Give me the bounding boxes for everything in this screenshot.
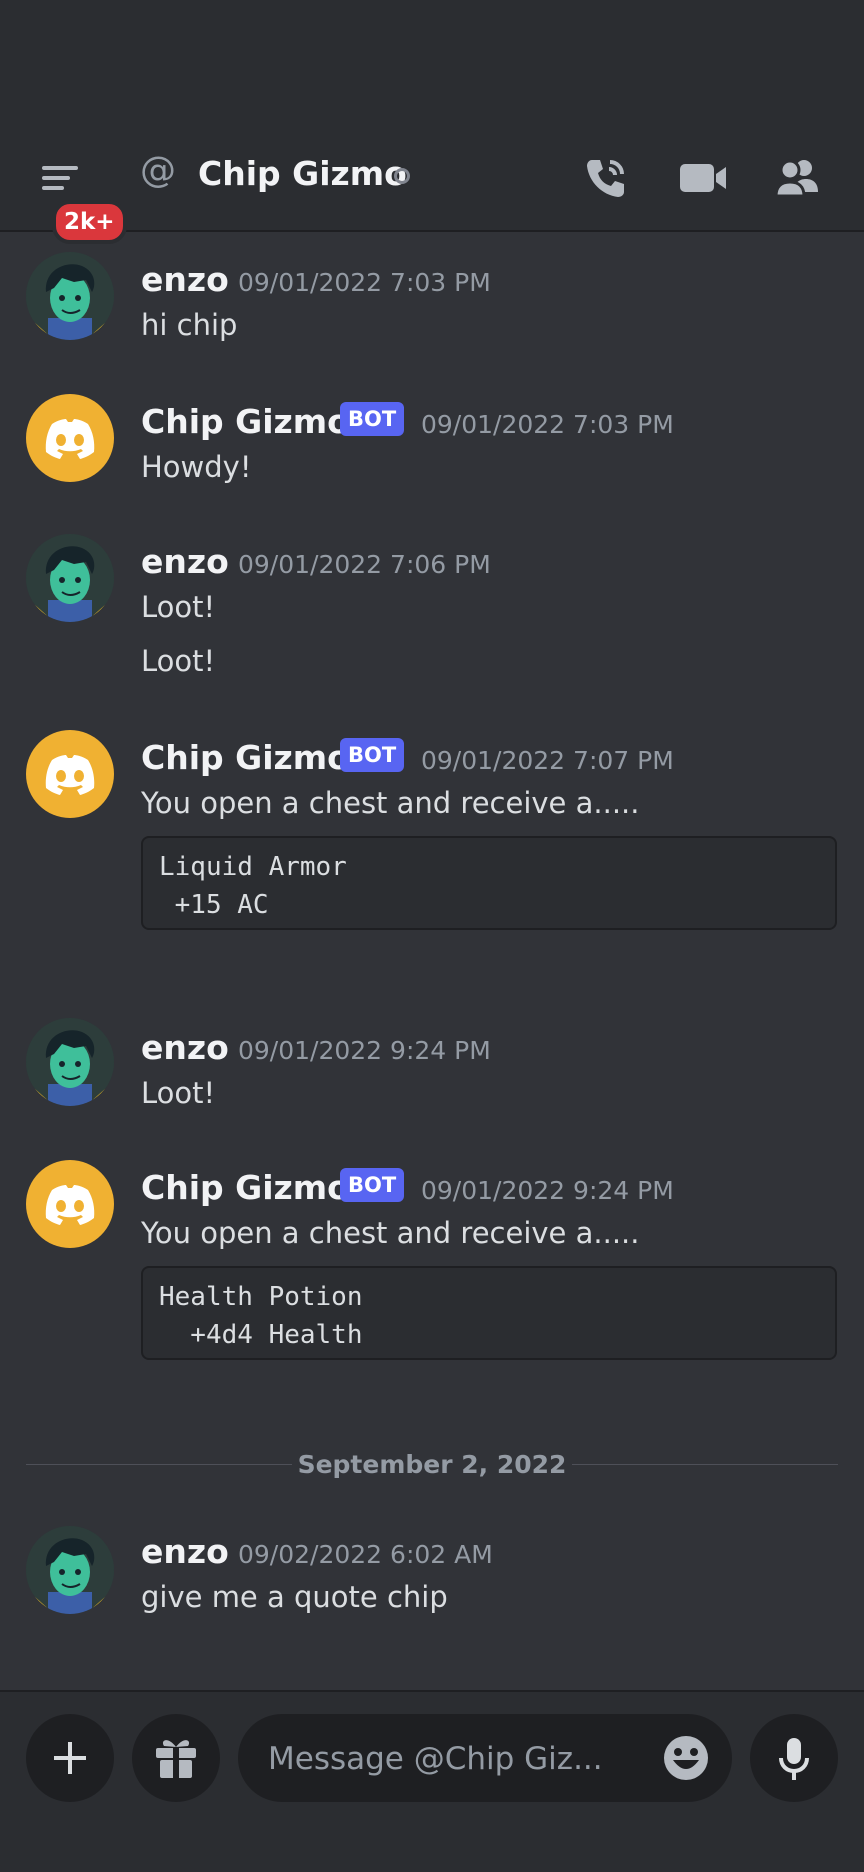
unread-badge: 2k+	[52, 200, 127, 244]
timestamp: 09/01/2022 9:24 PM	[238, 1036, 491, 1065]
username[interactable]: enzo	[141, 260, 229, 299]
at-icon: @	[140, 150, 176, 191]
discord-logo-icon	[45, 755, 95, 795]
discord-logo-icon	[45, 1185, 95, 1225]
video-icon	[680, 164, 726, 192]
username[interactable]: Chip Gizmo	[141, 1168, 350, 1207]
message-text: Loot!	[141, 1076, 216, 1110]
members-button[interactable]	[770, 150, 826, 206]
username[interactable]: Chip Gizmo	[141, 402, 350, 441]
code-block: Liquid Armor +15 AC	[141, 836, 837, 930]
message-input[interactable]	[266, 1714, 640, 1804]
channel-header: 2k+ @ Chip Gizmo	[0, 120, 864, 244]
avatar[interactable]	[26, 1526, 114, 1614]
message-text: You open a chest and receive a.....	[141, 1216, 640, 1250]
timestamp: 09/01/2022 7:03 PM	[421, 410, 674, 439]
timestamp: 09/01/2022 7:06 PM	[238, 550, 491, 579]
status-indicator	[394, 168, 410, 184]
username[interactable]: enzo	[141, 542, 229, 581]
gift-icon	[156, 1740, 196, 1778]
discord-logo-icon	[45, 419, 95, 459]
channel-title[interactable]: Chip Gizmo	[198, 154, 407, 193]
avatar[interactable]	[26, 534, 114, 622]
code-block: Health Potion +4d4 Health	[141, 1266, 837, 1360]
bot-tag: BOT	[340, 738, 405, 772]
username[interactable]: enzo	[141, 1532, 229, 1571]
members-icon	[774, 159, 818, 198]
avatar[interactable]	[26, 394, 114, 482]
username[interactable]: Chip Gizmo	[141, 738, 350, 777]
avatar[interactable]	[26, 730, 114, 818]
message-input-container	[238, 1714, 732, 1804]
message-text: hi chip	[141, 308, 238, 342]
username[interactable]: enzo	[141, 1028, 229, 1067]
gift-button[interactable]	[132, 1714, 220, 1802]
status-bar-area	[0, 0, 864, 120]
message-text: You open a chest and receive a.....	[141, 786, 640, 820]
timestamp: 09/01/2022 9:24 PM	[421, 1176, 674, 1205]
message-text: Loot!	[141, 590, 216, 624]
message-composer	[0, 1690, 864, 1872]
date-divider: September 2, 2022	[26, 1450, 838, 1480]
message-text: give me a quote chip	[141, 1580, 448, 1614]
avatar[interactable]	[26, 252, 114, 340]
bot-tag: BOT	[340, 1168, 405, 1202]
video-call-button[interactable]	[676, 150, 732, 206]
microphone-icon	[779, 1738, 809, 1780]
add-attachment-button[interactable]	[26, 1714, 114, 1802]
timestamp: 09/02/2022 6:02 AM	[238, 1540, 493, 1569]
call-icon	[587, 160, 624, 197]
bot-tag: BOT	[340, 402, 405, 436]
plus-icon	[54, 1742, 86, 1774]
timestamp: 09/01/2022 7:03 PM	[238, 268, 491, 297]
timestamp: 09/01/2022 7:07 PM	[421, 746, 674, 775]
call-button[interactable]	[578, 150, 634, 206]
emoji-button[interactable]	[662, 1734, 710, 1782]
emoji-icon	[664, 1736, 708, 1780]
message-text: Loot!	[141, 644, 216, 678]
menu-button[interactable]: 2k+	[28, 156, 127, 244]
avatar[interactable]	[26, 1018, 114, 1106]
date-divider-label: September 2, 2022	[297, 1450, 567, 1479]
message-text: Howdy!	[141, 450, 252, 484]
voice-message-button[interactable]	[750, 1714, 838, 1802]
avatar[interactable]	[26, 1160, 114, 1248]
